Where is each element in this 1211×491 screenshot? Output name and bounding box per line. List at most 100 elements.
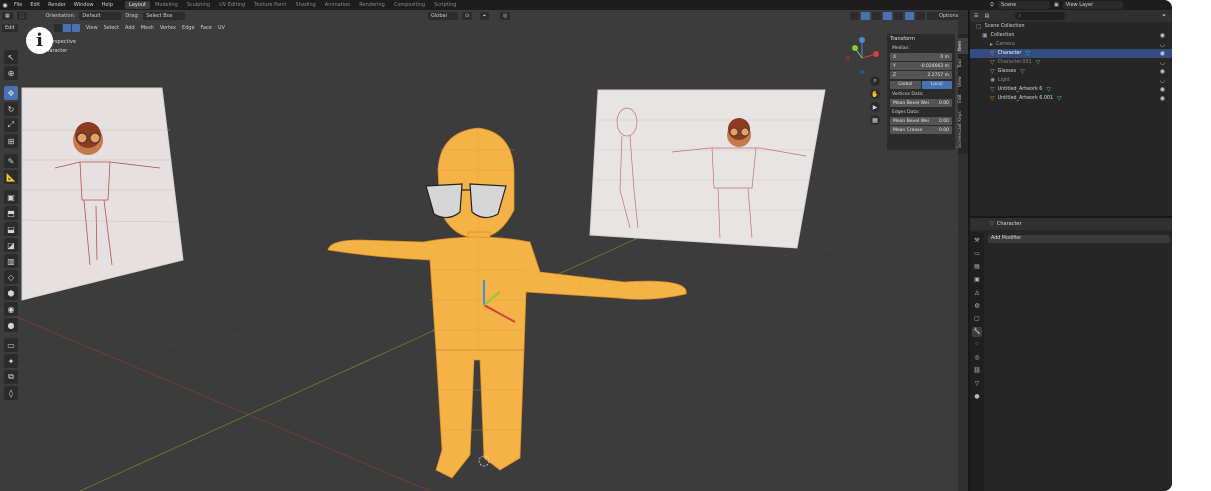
object-tab-icon[interactable]: ▢ (972, 314, 982, 324)
shear-tool-icon[interactable]: ⧉ (4, 370, 18, 384)
pivot-icon[interactable]: ⊙ (462, 12, 473, 20)
sidebar-tab-view[interactable]: View (958, 74, 968, 90)
outliner-row-light[interactable]: ✺ Light ◡ (970, 76, 1172, 85)
pan-hand-icon[interactable]: ✋ (870, 89, 880, 99)
sidebar-tab-edit[interactable]: Edit (958, 92, 968, 106)
menu-help[interactable]: Help (98, 0, 117, 10)
options-dropdown[interactable]: Options (936, 12, 958, 20)
select-tool-icon[interactable]: ↖ (4, 50, 18, 64)
transform-orientation-dropdown[interactable]: Global (428, 12, 458, 20)
outliner-editor-type-icon[interactable]: ☰ (974, 13, 978, 19)
menu-uv[interactable]: UV (218, 25, 225, 31)
outliner-row-scene-collection[interactable]: ▢ Scene Collection (970, 22, 1172, 31)
constraints-tab-icon[interactable]: ⛓ (972, 366, 982, 376)
cursor-tool-icon[interactable]: ⊕ (4, 66, 18, 80)
filter-icon[interactable]: ⏷ (1162, 13, 1166, 19)
proportional-edit-icon[interactable]: ◎ (500, 12, 511, 20)
zoom-icon[interactable]: ⌕ (870, 76, 880, 86)
scale-tool-icon[interactable]: ⤢ (4, 118, 18, 132)
scene-tab-icon[interactable]: ◬ (972, 288, 982, 298)
add-cube-tool-icon[interactable]: ▣ (4, 190, 18, 204)
camera-view-icon[interactable]: ▶ (870, 102, 880, 112)
display-mode-icon[interactable]: ▤ (984, 13, 989, 19)
menu-face[interactable]: Face (201, 25, 212, 31)
physics-tab-icon[interactable]: ◎ (972, 353, 982, 363)
workspace-tab-texture-paint[interactable]: Texture Paint (250, 1, 290, 9)
rotate-tool-icon[interactable]: ↻ (4, 102, 18, 116)
material-tab-icon[interactable]: ● (972, 392, 982, 402)
edge-slide-tool-icon[interactable]: ▭ (4, 338, 18, 352)
outliner-row-glasses[interactable]: ▽ Glasses ▽ ◉ (970, 67, 1172, 76)
wireframe-shading-icon[interactable] (894, 12, 903, 20)
overlays-toggle-icon[interactable] (872, 12, 881, 20)
outliner-row-character[interactable]: ▽ Character ▽ ◉ (970, 49, 1172, 58)
workspace-tab-layout[interactable]: Layout (125, 1, 150, 9)
orientation-dropdown[interactable]: Default (79, 12, 122, 20)
workspace-tab-rendering[interactable]: Rendering (355, 1, 389, 9)
xray-toggle-icon[interactable] (883, 12, 892, 20)
rip-tool-icon[interactable]: ◊ (4, 386, 18, 400)
editor-type-button[interactable]: ▦ (2, 12, 13, 20)
select-mode-button[interactable]: ⬚ (16, 12, 28, 20)
eye-hidden-icon[interactable]: ◡ (1160, 77, 1165, 84)
particles-tab-icon[interactable]: ⁘ (972, 340, 982, 350)
mode-dropdown[interactable]: Edit (2, 24, 18, 32)
output-tab-icon[interactable]: ▤ (972, 262, 982, 272)
perspective-toggle-icon[interactable]: ▦ (870, 115, 880, 125)
workspace-tab-uv-editing[interactable]: UV Editing (215, 1, 249, 9)
render-tab-icon[interactable]: ▭ (972, 249, 982, 259)
outliner-row-character-001[interactable]: ▽ Character.001 ▽ ◡ (970, 58, 1172, 67)
sidebar-tab-tool[interactable]: Tool (958, 56, 968, 72)
annotate-tool-icon[interactable]: ✎ (4, 154, 18, 168)
move-tool-icon[interactable]: ✥ (4, 86, 18, 100)
vertex-bevel-weight-field[interactable]: Mean Bevel Wei 0.00 (890, 99, 952, 107)
3d-viewport[interactable]: ▦ ⬚ Orientation: Default Drag: Select Bo… (0, 10, 958, 491)
eye-hidden-icon[interactable]: ◡ (1160, 41, 1165, 48)
knife-tool-icon[interactable]: ◇ (4, 270, 18, 284)
eye-hidden-icon[interactable]: ◡ (1160, 59, 1165, 66)
menu-mesh[interactable]: Mesh (141, 25, 154, 31)
bevel-tool-icon[interactable]: ◪ (4, 238, 18, 252)
inset-tool-icon[interactable]: ⬓ (4, 222, 18, 236)
world-tab-icon[interactable]: ◍ (972, 301, 982, 311)
gizmo-toggle-icon[interactable] (861, 12, 870, 20)
workspace-tab-sculpting[interactable]: Sculpting (183, 1, 214, 9)
scene-selector[interactable]: Scene (998, 1, 1051, 9)
eye-icon[interactable]: ◉ (1160, 50, 1165, 57)
menu-select[interactable]: Select (104, 25, 119, 31)
transform-tool-icon[interactable]: ⊞ (4, 134, 18, 148)
info-icon[interactable]: i (26, 27, 53, 54)
workspace-tab-animation[interactable]: Animation (321, 1, 355, 9)
menu-file[interactable]: File (10, 0, 26, 10)
median-y-field[interactable]: Y -0.024663 m (890, 62, 952, 70)
view-layer-selector[interactable]: View Layer (1062, 1, 1123, 9)
menu-edit[interactable]: Edit (26, 0, 44, 10)
view-object-types-icon[interactable] (850, 12, 859, 20)
measure-tool-icon[interactable]: 📐 (4, 170, 18, 184)
outliner-row-collection[interactable]: ▣ Collection ◉ (970, 31, 1172, 40)
sidebar-tab-item[interactable]: Item (958, 38, 968, 54)
workspace-tab-modeling[interactable]: Modeling (151, 1, 182, 9)
add-modifier-dropdown[interactable]: Add Modifier (988, 235, 1170, 243)
extrude-tool-icon[interactable]: ⬒ (4, 206, 18, 220)
eye-icon[interactable]: ◉ (1160, 95, 1165, 102)
material-shading-icon[interactable] (916, 12, 925, 20)
spin-tool-icon[interactable]: ◉ (4, 302, 18, 316)
face-select-icon[interactable] (71, 24, 80, 32)
poly-build-tool-icon[interactable]: ⬢ (4, 286, 18, 300)
smooth-tool-icon[interactable]: ● (4, 318, 18, 332)
menu-render[interactable]: Render (44, 0, 70, 10)
outliner-search-input[interactable]: ⌕ (1015, 12, 1066, 20)
sidebar-tab-screencast-keys[interactable]: Screencast Keys (958, 108, 968, 152)
menu-edge[interactable]: Edge (182, 25, 195, 31)
data-tab-icon[interactable]: ▽ (972, 379, 982, 389)
loop-cut-tool-icon[interactable]: ▥ (4, 254, 18, 268)
rendered-shading-icon[interactable] (927, 12, 936, 20)
global-button[interactable]: Global (890, 81, 921, 89)
outliner-row-artwork-6[interactable]: ▽ Untitled_Artwork 6 ▽ ◉ (970, 85, 1172, 94)
workspace-tab-scripting[interactable]: Scripting (430, 1, 460, 9)
menu-add[interactable]: Add (125, 25, 135, 31)
edge-select-icon[interactable] (62, 24, 71, 32)
vertex-select-icon[interactable] (53, 24, 62, 32)
solid-shading-icon[interactable] (905, 12, 914, 20)
